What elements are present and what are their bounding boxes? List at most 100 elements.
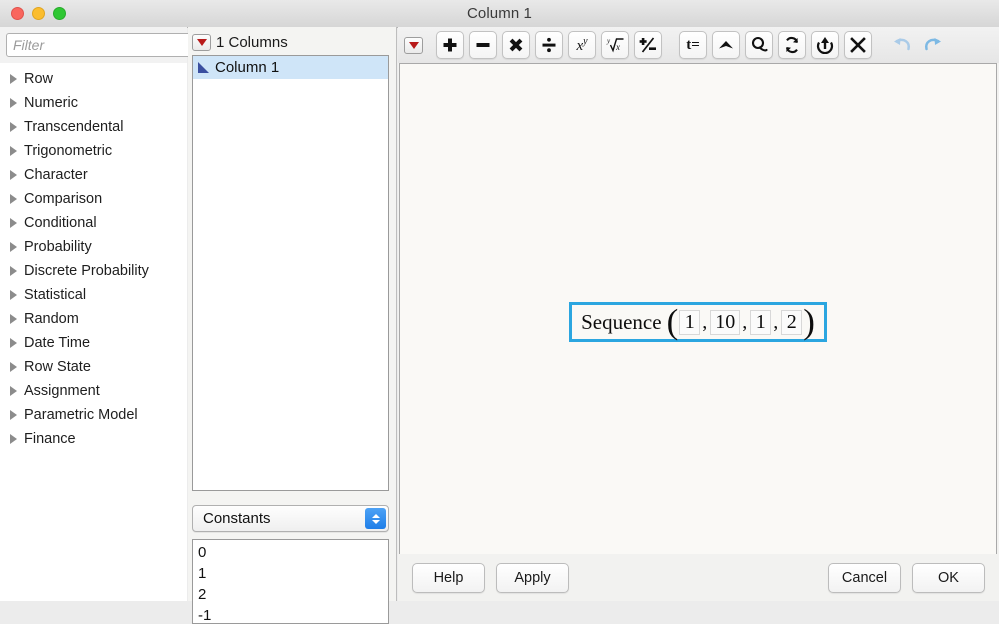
local-assign-button[interactable]: t= [679, 31, 707, 59]
subtract-button[interactable] [469, 31, 497, 59]
category-finance[interactable]: Finance [0, 427, 187, 451]
list-item[interactable]: 1 [198, 563, 388, 584]
title-bar: Column 1 [0, 0, 999, 28]
stepper-up-arrow [371, 513, 380, 518]
disclosure-triangle-icon[interactable] [10, 290, 17, 300]
disclosure-triangle-icon[interactable] [10, 146, 17, 156]
formula-editor-window: Column 1 Row Numeric Transce [0, 0, 999, 624]
formula-canvas[interactable]: Sequence ( 1 , 10 , 1 , 2 ) [399, 63, 997, 581]
svg-text:y: y [606, 37, 611, 45]
disclosure-triangle-icon[interactable] [10, 218, 17, 228]
disclosure-triangle-icon[interactable] [10, 122, 17, 132]
column-label: Column 1 [215, 59, 280, 76]
delete-button[interactable] [844, 31, 872, 59]
close-button[interactable] [11, 7, 24, 20]
category-statistical[interactable]: Statistical [0, 283, 187, 307]
undo-button[interactable] [889, 32, 915, 58]
category-label: Character [24, 167, 88, 183]
disclosure-triangle-icon[interactable] [10, 338, 17, 348]
category-row[interactable]: Row [0, 67, 187, 91]
maximize-button[interactable] [53, 7, 66, 20]
columns-list[interactable]: Column 1 [192, 55, 389, 491]
disclosure-triangle-icon[interactable] [10, 266, 17, 276]
category-assignment[interactable]: Assignment [0, 379, 187, 403]
constants-select-label: Constants [203, 510, 271, 527]
category-character[interactable]: Character [0, 163, 187, 187]
category-label: Numeric [24, 95, 78, 111]
help-button[interactable]: Help [412, 562, 485, 593]
filter-input[interactable] [6, 33, 202, 57]
category-row-state[interactable]: Row State [0, 355, 187, 379]
formula-expression[interactable]: Sequence ( 1 , 10 , 1 , 2 ) [569, 302, 827, 342]
swap-button[interactable] [778, 31, 806, 59]
formula-argument[interactable]: 1 [750, 309, 772, 335]
category-label: Random [24, 311, 79, 327]
formula-argument[interactable]: 10 [710, 309, 741, 335]
insert-above-button[interactable] [712, 31, 740, 59]
multiply-button[interactable] [502, 31, 530, 59]
category-trigonometric[interactable]: Trigonometric [0, 139, 187, 163]
list-item[interactable]: Column 1 [193, 56, 388, 79]
redo-button[interactable] [920, 32, 946, 58]
category-label: Parametric Model [24, 407, 138, 423]
list-item[interactable]: 2 [198, 584, 388, 605]
constants-select[interactable]: Constants [192, 505, 389, 532]
disclosure-triangle-icon[interactable] [10, 170, 17, 180]
list-item[interactable]: 0 [198, 542, 388, 563]
filter-row [0, 27, 226, 63]
formula-toolbar: xy y x t= [398, 27, 999, 63]
disclosure-triangle-icon[interactable] [10, 434, 17, 444]
category-date-time[interactable]: Date Time [0, 331, 187, 355]
add-button[interactable] [436, 31, 464, 59]
window-title: Column 1 [467, 5, 532, 22]
disclosure-triangle-icon[interactable] [10, 410, 17, 420]
function-category-list[interactable]: Row Numeric Transcendental Trigonometric… [0, 63, 187, 601]
minus-icon [476, 43, 490, 47]
local-variable-button[interactable] [745, 31, 773, 59]
list-item[interactable]: -1 [198, 605, 388, 623]
category-numeric[interactable]: Numeric [0, 91, 187, 115]
open-paren: ( [666, 302, 679, 341]
category-comparison[interactable]: Comparison [0, 187, 187, 211]
disclosure-triangle-icon[interactable] [10, 242, 17, 252]
category-probability[interactable]: Probability [0, 235, 187, 259]
constants-list[interactable]: 0 1 2 -1 [192, 539, 389, 624]
dialog-button-bar: Help Apply Cancel OK [398, 554, 999, 601]
sign-button[interactable] [634, 31, 662, 59]
ok-button[interactable]: OK [912, 562, 985, 593]
disclosure-triangle-icon[interactable] [10, 74, 17, 84]
window-controls [11, 7, 66, 20]
root-button[interactable]: y x [601, 31, 629, 59]
divide-button[interactable] [535, 31, 563, 59]
minimize-button[interactable] [32, 7, 45, 20]
columns-header: 1 Columns [192, 31, 288, 53]
category-discrete-probability[interactable]: Discrete Probability [0, 259, 187, 283]
move-up-button[interactable] [811, 31, 839, 59]
formula-argument[interactable]: 1 [679, 309, 701, 335]
category-random[interactable]: Random [0, 307, 187, 331]
disclosure-triangle-icon[interactable] [10, 386, 17, 396]
disclosure-triangle-icon[interactable] [10, 362, 17, 372]
disclosure-triangle-icon[interactable] [10, 98, 17, 108]
argument-separator: , [702, 310, 708, 333]
apply-button[interactable]: Apply [496, 562, 569, 593]
cancel-button[interactable]: Cancel [828, 562, 901, 593]
category-transcendental[interactable]: Transcendental [0, 115, 187, 139]
root-icon: y x [606, 37, 623, 53]
category-parametric-model[interactable]: Parametric Model [0, 403, 187, 427]
stepper-updown-icon[interactable] [365, 508, 386, 529]
columns-menu-button[interactable] [192, 33, 211, 51]
circle-arrow-up-icon [816, 37, 834, 54]
category-conditional[interactable]: Conditional [0, 211, 187, 235]
undo-icon [894, 38, 910, 51]
function-name[interactable]: Sequence [581, 310, 661, 335]
formula-menu-button[interactable] [404, 36, 423, 54]
formula-argument[interactable]: 2 [781, 309, 803, 335]
category-label: Date Time [24, 335, 91, 351]
caret-up-icon [719, 41, 733, 49]
disclosure-triangle-icon[interactable] [10, 314, 17, 324]
power-button[interactable]: xy [568, 31, 596, 59]
category-label: Discrete Probability [24, 263, 149, 279]
t-equals-icon: t= [686, 36, 700, 53]
disclosure-triangle-icon[interactable] [10, 194, 17, 204]
